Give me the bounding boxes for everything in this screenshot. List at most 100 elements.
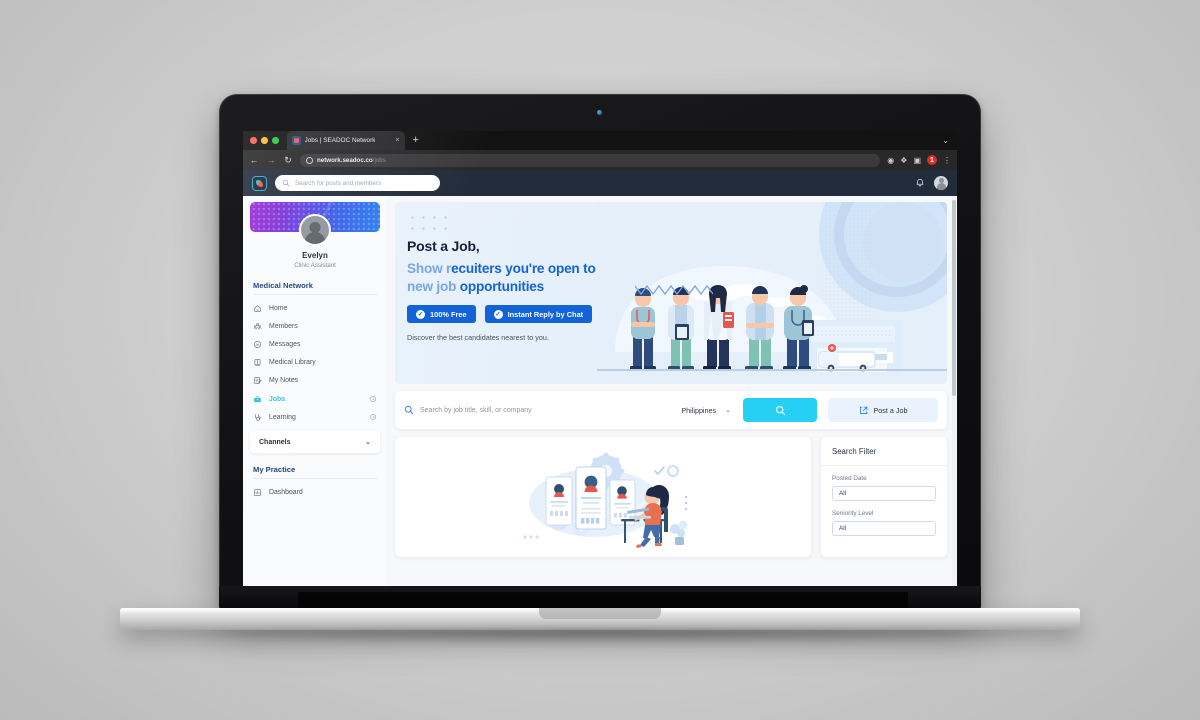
url-path: /jobs bbox=[372, 156, 386, 164]
profile-name: Evelyn bbox=[302, 251, 328, 260]
browser-tab[interactable]: Jobs | SEADOC Network × bbox=[286, 131, 405, 150]
chevron-down-icon: ⌄ bbox=[725, 407, 731, 414]
chevron-down-icon[interactable]: ⌄ bbox=[942, 136, 949, 145]
sidebar-item-label: Medical Library bbox=[269, 359, 316, 367]
forward-icon[interactable]: → bbox=[266, 155, 276, 165]
filter-label: Seniority Level bbox=[832, 510, 874, 517]
global-search-placeholder: Search for posts and members bbox=[295, 179, 382, 187]
address-bar-text: network.seadoc.co/jobs bbox=[317, 157, 386, 164]
browser-extensions: ◉ ❖ ▣ 1 ⋮ bbox=[887, 155, 951, 165]
laptop-drop-shadow bbox=[130, 630, 1070, 644]
sidebar-item-label: Members bbox=[269, 322, 298, 330]
profile-role: Clinic Assistant bbox=[294, 262, 336, 269]
favicon-icon bbox=[291, 136, 301, 145]
seadoc-logo-icon[interactable] bbox=[252, 175, 267, 191]
badge-label: 100% Free bbox=[430, 309, 467, 319]
channels-label: Channels bbox=[259, 438, 291, 446]
maximize-window-button[interactable] bbox=[272, 137, 279, 144]
posted-date-select[interactable]: All bbox=[832, 486, 936, 501]
badge-100-percent-free[interactable]: ✓ 100% Free bbox=[407, 305, 476, 324]
library-icon bbox=[254, 359, 261, 366]
sidebar-item-messages[interactable]: Messages bbox=[243, 335, 387, 353]
sidebar-item-members[interactable]: Members bbox=[243, 317, 387, 335]
hero-text-block: Post a Job, Show recuiters you're open t… bbox=[395, 202, 947, 342]
job-search-placeholder: Search by job title, skill, or company bbox=[420, 406, 532, 414]
dashboard-icon bbox=[254, 489, 261, 496]
badge-instant-reply-by-chat[interactable]: ✓ Instant Reply by Chat bbox=[484, 305, 593, 324]
location-select[interactable]: Philippines ⌄ bbox=[681, 406, 743, 415]
clock-icon bbox=[370, 414, 376, 421]
filter-value: All bbox=[839, 490, 847, 497]
sidebar-item-dashboard[interactable]: Dashboard bbox=[243, 483, 387, 501]
recruitment-illustration bbox=[523, 452, 688, 548]
home-icon bbox=[254, 304, 261, 312]
close-window-button[interactable] bbox=[250, 137, 257, 144]
location-value: Philippines bbox=[681, 405, 717, 415]
results-area: Search Filter Posted Date All Seniority … bbox=[395, 437, 947, 557]
search-icon bbox=[282, 179, 290, 187]
search-filter-panel: Search Filter Posted Date All Seniority … bbox=[821, 437, 947, 557]
search-icon bbox=[775, 405, 785, 415]
laptop-mockup: Jobs | SEADOC Network × + ⌄ ← → ↻ networ… bbox=[0, 0, 1200, 720]
sidebar-item-my-notes[interactable]: My Notes bbox=[243, 372, 387, 390]
page-body: Evelyn Clinic Assistant Medical Network … bbox=[243, 196, 957, 586]
laptop-chin-notch bbox=[298, 592, 908, 608]
sidebar-item-label: Learning bbox=[269, 413, 296, 421]
chevron-down-icon: ⌄ bbox=[365, 439, 371, 447]
job-search-input[interactable]: Search by job title, skill, or company bbox=[404, 405, 681, 415]
site-info-icon[interactable] bbox=[306, 156, 313, 164]
minimize-window-button[interactable] bbox=[261, 137, 268, 144]
puzzle-icon[interactable]: ❖ bbox=[900, 156, 907, 165]
address-bar[interactable]: network.seadoc.co/jobs bbox=[300, 153, 881, 167]
divider bbox=[253, 478, 377, 480]
avatar[interactable] bbox=[934, 176, 948, 190]
sidebar: Evelyn Clinic Assistant Medical Network … bbox=[243, 196, 387, 586]
sidebar-item-label: Jobs bbox=[269, 395, 286, 403]
seniority-level-select[interactable]: All bbox=[832, 521, 936, 536]
bell-icon[interactable] bbox=[915, 178, 925, 188]
global-search-input[interactable]: Search for posts and members bbox=[275, 175, 440, 191]
sidebar-item-medical-library[interactable]: Medical Library bbox=[243, 354, 387, 372]
sidebar-item-learning[interactable]: Learning bbox=[243, 408, 387, 426]
sidebar-section-medical-network: Medical Network bbox=[253, 281, 313, 290]
app-header-actions bbox=[915, 176, 948, 190]
close-tab-icon[interactable]: × bbox=[395, 137, 399, 144]
webcam-indicator bbox=[597, 110, 602, 115]
briefcase-icon bbox=[254, 395, 261, 402]
sidebar-section-my-practice: My Practice bbox=[253, 465, 296, 475]
notes-icon bbox=[254, 377, 262, 385]
profile-avatar[interactable] bbox=[299, 214, 331, 246]
sidebar-item-jobs[interactable]: Jobs bbox=[243, 390, 387, 408]
hero-subtitle-line2-bold: opportunities bbox=[456, 278, 545, 294]
main-content: Post a Job, Show recuiters you're open t… bbox=[387, 196, 957, 586]
browser-toolbar: ← → ↻ network.seadoc.co/jobs ◉ ❖ ▣ 1 ⋮ bbox=[243, 150, 957, 170]
page-scrollbar-thumb[interactable] bbox=[952, 200, 956, 396]
reader-icon[interactable]: ▣ bbox=[913, 156, 921, 165]
job-search-bar: Search by job title, skill, or company P… bbox=[395, 391, 947, 429]
reload-icon[interactable]: ↻ bbox=[283, 155, 293, 166]
messages-icon bbox=[254, 341, 261, 348]
members-icon bbox=[253, 322, 262, 330]
channels-dropdown[interactable]: Channels ⌄ bbox=[250, 431, 380, 454]
sidebar-item-home[interactable]: Home bbox=[243, 299, 387, 317]
check-icon: ✓ bbox=[416, 309, 425, 319]
sidebar-item-label: Dashboard bbox=[269, 488, 303, 496]
notification-badge[interactable]: 1 bbox=[927, 155, 937, 165]
browser-tab-bar: Jobs | SEADOC Network × + ⌄ bbox=[243, 131, 957, 150]
back-icon[interactable]: ← bbox=[249, 155, 259, 165]
search-submit-button[interactable] bbox=[743, 398, 817, 422]
camera-icon[interactable]: ◉ bbox=[887, 156, 894, 165]
filter-value: All bbox=[839, 525, 847, 532]
hero-title: Post a Job, bbox=[407, 238, 480, 254]
url-domain: network.seadoc.co bbox=[317, 156, 373, 164]
filter-title: Search Filter bbox=[821, 437, 947, 466]
post-a-job-label: Post a Job bbox=[873, 405, 908, 415]
hero-subtitle-bold: ecuiters you're open to bbox=[451, 261, 596, 276]
sidebar-item-label: Messages bbox=[269, 340, 301, 348]
new-tab-button[interactable]: + bbox=[413, 135, 419, 146]
check-icon: ✓ bbox=[493, 309, 503, 319]
clock-icon bbox=[370, 396, 376, 402]
post-a-job-button[interactable]: Post a Job bbox=[828, 398, 938, 422]
browser-menu-icon[interactable]: ⋮ bbox=[943, 156, 951, 165]
window-traffic-lights bbox=[250, 137, 279, 144]
